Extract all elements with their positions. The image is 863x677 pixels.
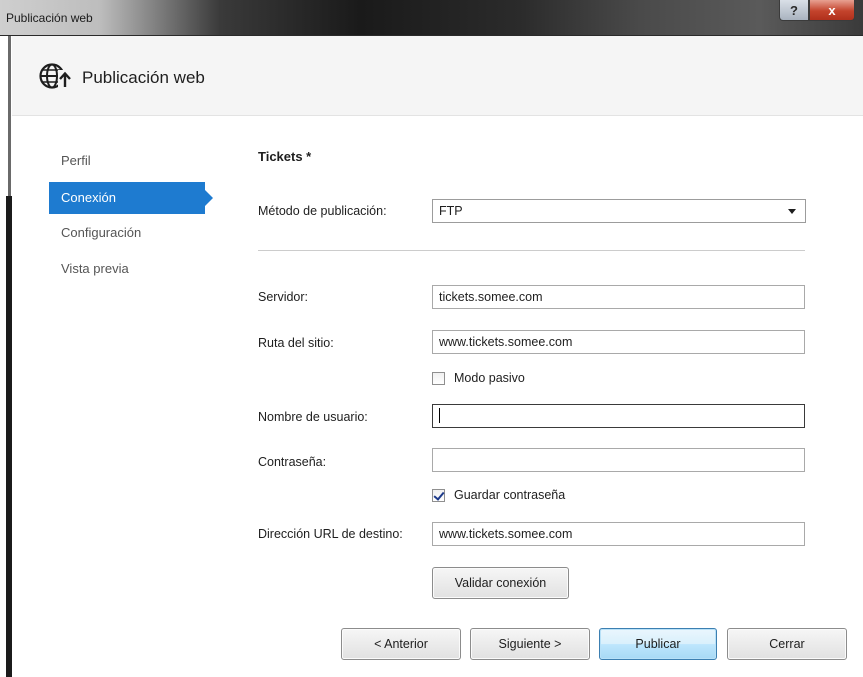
close-button[interactable]: Cerrar — [727, 628, 847, 660]
server-label: Servidor: — [258, 290, 309, 304]
nav-item-perfil[interactable]: Perfil — [49, 146, 219, 182]
save-password-row[interactable]: Guardar contraseña — [432, 487, 565, 503]
wizard-nav: Perfil Conexión Configuración Vista prev… — [49, 146, 219, 290]
publish-button[interactable]: Publicar — [599, 628, 717, 660]
nav-item-configuracion[interactable]: Configuración — [49, 218, 219, 254]
save-password-label: Guardar contraseña — [454, 488, 566, 502]
nav-item-vista-previa[interactable]: Vista previa — [49, 254, 219, 290]
dropdown-arrow-icon — [788, 209, 796, 214]
server-input[interactable]: tickets.somee.com — [432, 285, 805, 309]
username-input[interactable] — [432, 404, 805, 428]
dialog-header: Publicación web — [12, 36, 863, 116]
caption-buttons: ? x — [779, 0, 855, 22]
header-title: Publicación web — [82, 68, 205, 87]
destination-url-input[interactable]: www.tickets.somee.com — [432, 522, 805, 546]
save-password-checkbox[interactable] — [432, 488, 445, 502]
passive-mode-row[interactable]: Modo pasivo — [432, 370, 525, 386]
title-bar[interactable]: Publicación web ? x — [0, 0, 863, 36]
close-window-button[interactable]: x — [809, 0, 855, 21]
globe-publish-icon — [39, 63, 72, 91]
passive-mode-label: Modo pasivo — [454, 371, 525, 385]
nav-item-conexion[interactable]: Conexión — [49, 182, 213, 214]
help-button[interactable]: ? — [779, 0, 809, 21]
divider — [258, 250, 805, 251]
next-button[interactable]: Siguiente > — [470, 628, 590, 660]
site-path-label: Ruta del sitio: — [258, 336, 334, 350]
text-caret — [439, 408, 440, 424]
publish-method-select[interactable]: FTP — [432, 199, 806, 223]
previous-button[interactable]: < Anterior — [341, 628, 461, 660]
publish-method-value: FTP — [439, 204, 463, 218]
profile-title: Tickets * — [258, 149, 312, 164]
publish-dialog: Publicación web ? x Publicación web Perf… — [0, 0, 863, 677]
window-title: Publicación web — [6, 11, 93, 25]
site-path-input[interactable]: www.tickets.somee.com — [432, 330, 805, 354]
passive-mode-checkbox[interactable] — [432, 371, 445, 385]
username-label: Nombre de usuario: — [258, 410, 368, 424]
password-input[interactable] — [432, 448, 805, 472]
password-label: Contraseña: — [258, 455, 327, 469]
method-label: Método de publicación: — [258, 204, 387, 218]
window-left-edge — [0, 0, 12, 677]
validate-connection-button[interactable]: Validar conexión — [432, 567, 569, 599]
destination-url-label: Dirección URL de destino: — [258, 527, 403, 541]
